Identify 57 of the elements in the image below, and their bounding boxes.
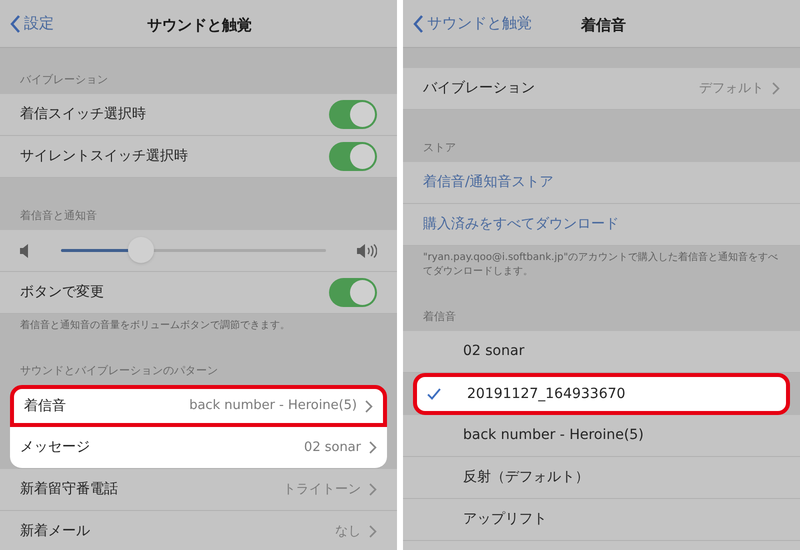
section-footer: "ryan.pay.qoo@i.softbank.jp"のアカウントで購入した着信音と通知音をすべてダウンロードします。: [403, 246, 800, 279]
row-value: 02 sonar: [304, 438, 361, 457]
tone-name: back number - Heroine(5): [463, 426, 644, 445]
settings-row[interactable]: 着信音 back number - Heroine(5): [10, 385, 387, 427]
row-label: 新着留守番電話: [20, 480, 118, 499]
section-footer: 着信音と通知音の音量をボリュームボタンで調節できます。: [0, 314, 397, 333]
volume-high-icon: [357, 244, 377, 258]
settings-row[interactable]: 20191127_164933670: [413, 373, 790, 415]
row-value: back number - Heroine(5): [189, 397, 357, 416]
tone-name: アップリフト: [463, 510, 547, 529]
row-label: メッセージ: [20, 438, 90, 457]
chevron-icon: [369, 525, 377, 538]
row-label: 着信音: [24, 396, 66, 416]
settings-row[interactable]: 反射（デフォルト）: [403, 457, 800, 499]
checkmark-icon: [427, 388, 441, 400]
back-chevron-icon: [10, 14, 21, 32]
row-value: トライトーン: [283, 480, 361, 499]
settings-row[interactable]: メッセージ 02 sonar: [10, 427, 387, 469]
section-header: 着信音と通知音: [20, 208, 97, 224]
toggle-switch[interactable]: [329, 100, 377, 129]
settings-row[interactable]: バイブレーション デフォルト: [403, 68, 800, 110]
volume-low-icon: [20, 244, 30, 258]
chevron-icon: [365, 400, 373, 412]
row-label: ボタンで変更: [20, 283, 104, 302]
section-header: サウンドとバイブレーションのパターン: [20, 362, 218, 378]
chevron-icon: [369, 483, 377, 496]
settings-row[interactable]: アップリフト: [403, 499, 800, 541]
back-chevron-icon: [413, 14, 424, 32]
row-action-label: 着信音/通知音ストア: [423, 173, 554, 192]
settings-row[interactable]: 新着留守番電話 トライトーン: [0, 469, 397, 511]
toggle-switch[interactable]: [329, 142, 377, 171]
settings-row[interactable]: 新着メール なし: [0, 511, 397, 550]
toggle-switch[interactable]: [329, 278, 377, 307]
settings-row[interactable]: 着信スイッチ選択時: [0, 94, 397, 136]
section-header: 着信音: [423, 308, 456, 324]
row-action-label: 購入済みをすべてダウンロード: [423, 215, 619, 234]
row-value: デフォルト: [699, 80, 764, 98]
chevron-icon: [772, 82, 780, 95]
row-label: 着信スイッチ選択時: [20, 105, 146, 124]
settings-row[interactable]: サイレントスイッチ選択時: [0, 136, 397, 178]
nav-title: サウンドと触覚: [147, 15, 252, 36]
tone-name: 反射（デフォルト）: [463, 468, 589, 487]
nav-title: 着信音: [581, 15, 626, 36]
settings-row[interactable]: back number - Heroine(5): [403, 415, 800, 457]
row-label: サイレントスイッチ選択時: [20, 147, 188, 166]
settings-row[interactable]: ボタンで変更: [0, 272, 397, 314]
row-label: 新着メール: [20, 522, 90, 541]
row-value: なし: [335, 522, 361, 541]
section-header: ストア: [423, 140, 456, 156]
section-header: バイブレーション: [20, 72, 108, 88]
slider-thumb[interactable]: [128, 237, 154, 263]
settings-row[interactable]: [0, 230, 397, 272]
tone-name: 20191127_164933670: [467, 384, 626, 404]
settings-row[interactable]: 02 sonar: [403, 331, 800, 373]
tone-name: 02 sonar: [463, 342, 524, 361]
chevron-icon: [369, 441, 377, 454]
row-label: バイブレーション: [423, 79, 535, 98]
